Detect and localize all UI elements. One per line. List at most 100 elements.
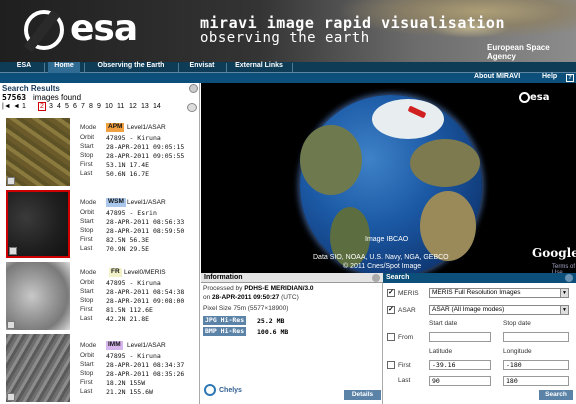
- pager-page[interactable]: 7: [81, 103, 85, 110]
- search-header: [383, 273, 576, 283]
- pager-page[interactable]: 5: [65, 103, 69, 110]
- pager-settings-icon[interactable]: [187, 103, 197, 112]
- pager-page[interactable]: 12: [129, 103, 137, 110]
- pager-page[interactable]: 8: [89, 103, 93, 110]
- pager-page-current[interactable]: 2: [38, 102, 46, 111]
- result-label: Last: [80, 170, 93, 177]
- pager-page[interactable]: 3: [49, 103, 53, 110]
- pager-page[interactable]: 14: [153, 103, 161, 110]
- image-credit: Image IBCAO: [365, 236, 409, 243]
- result-label: Last: [80, 315, 93, 322]
- result-thumbnail[interactable]: [6, 262, 70, 330]
- nav-observing-the-earth[interactable]: Observing the Earth: [88, 62, 174, 73]
- last-latitude-input[interactable]: 90: [429, 376, 491, 386]
- result-last: 50.6N 16.7E: [106, 170, 150, 178]
- result-last: 21.2N 155.6W: [106, 388, 153, 396]
- about-link[interactable]: About MIRAVI: [474, 73, 520, 83]
- meris-select-value: MERIS Full Resolution Images: [432, 289, 521, 296]
- pager-page[interactable]: 10: [105, 103, 113, 110]
- result-first: 82.5N 56.3E: [106, 236, 150, 244]
- pager-first-icon[interactable]: |◄: [2, 103, 11, 110]
- result-thumbnail[interactable]: [6, 118, 70, 186]
- result-level: Level0/MERIS: [124, 269, 166, 276]
- app-subtitle: observing the earth: [200, 30, 370, 46]
- thumbnail-overlay-icon[interactable]: [9, 247, 17, 255]
- result-label: Start: [80, 361, 94, 368]
- first-longitude-input[interactable]: -180: [503, 360, 569, 370]
- esa-logo-icon[interactable]: [24, 10, 64, 50]
- thumbnail-overlay-icon[interactable]: [7, 321, 15, 329]
- pager-page[interactable]: 11: [117, 103, 124, 110]
- result-level: Level1/ASAR: [127, 199, 166, 206]
- result-level: Level1/ASAR: [127, 342, 166, 349]
- result-item[interactable]: Mode APM Level1/ASAR Orbit 47895 - Kirun…: [0, 116, 200, 188]
- result-start: 28-APR-2011 08:54:38: [106, 288, 185, 296]
- esa-logo-text[interactable]: esa: [70, 8, 138, 49]
- pager-page[interactable]: 6: [73, 103, 77, 110]
- thumbnail-overlay-icon[interactable]: [7, 177, 15, 185]
- start-date-input[interactable]: [429, 332, 491, 342]
- agency-name: European Space Agency: [487, 43, 550, 61]
- result-label: Stop: [80, 227, 94, 234]
- result-item[interactable]: Mode IMM Level1/ASAR Orbit 47895 - Kirun…: [0, 332, 200, 404]
- results-title: Search Results: [2, 84, 60, 93]
- result-label: Orbit: [80, 352, 95, 359]
- result-last: 42.2N 21.8E: [106, 315, 150, 323]
- result-label: Stop: [80, 370, 94, 377]
- asar-checkbox[interactable]: ✓: [387, 306, 395, 314]
- search-button[interactable]: Search: [539, 390, 573, 400]
- help-link[interactable]: Help: [542, 73, 557, 83]
- chevron-down-icon[interactable]: ▼: [560, 289, 568, 297]
- result-orbit: 47895 - Kiruna: [106, 134, 161, 142]
- first-checkbox[interactable]: [387, 361, 395, 369]
- result-start: 28-APR-2011 08:56:33: [106, 218, 185, 226]
- result-thumbnail[interactable]: [6, 334, 70, 402]
- asar-select[interactable]: ASAR (All Image modes) ▼: [429, 305, 569, 315]
- from-checkbox[interactable]: [387, 333, 395, 341]
- result-label: Start: [80, 143, 94, 150]
- pager-page[interactable]: 13: [141, 103, 149, 110]
- processor-name: PDHS-E MERIDIAN/3.0: [244, 285, 314, 292]
- pager-page[interactable]: 4: [57, 103, 61, 110]
- last-longitude-input[interactable]: 180: [503, 376, 569, 386]
- result-stop: 28-APR-2011 09:08:00: [106, 297, 185, 305]
- results-count: 57563: [2, 93, 27, 102]
- pager-page[interactable]: 9: [97, 103, 101, 110]
- meris-checkbox[interactable]: ✓: [387, 289, 395, 297]
- globe-esa-logo: esa: [530, 92, 550, 103]
- result-item[interactable]: Mode FR Level0/MERIS Orbit 47895 - Kirun…: [0, 260, 200, 332]
- mode-badge: IMM: [106, 341, 123, 350]
- chevron-down-icon[interactable]: ▼: [560, 306, 568, 314]
- search-close-icon[interactable]: [565, 274, 573, 282]
- stop-date-input[interactable]: [503, 332, 569, 342]
- pager-prev-icon[interactable]: ◄: [13, 103, 20, 110]
- pager-page[interactable]: 1: [22, 103, 26, 110]
- help-icon[interactable]: ?: [566, 74, 574, 82]
- earth-globe[interactable]: [300, 95, 482, 277]
- nav-envisat[interactable]: Envisat: [182, 62, 222, 73]
- meris-select[interactable]: MERIS Full Resolution Images ▼: [429, 288, 569, 298]
- jpg-download-button[interactable]: JPG Hi-Res: [203, 316, 247, 325]
- first-latitude-input[interactable]: -39.16: [429, 360, 491, 370]
- processed-by-line: Processed by PDHS-E MERIDIAN/3.0: [203, 285, 314, 292]
- mode-badge: FR: [109, 268, 122, 277]
- result-orbit: 47895 - Kiruna: [106, 352, 161, 360]
- result-thumbnail[interactable]: [6, 190, 70, 258]
- result-label: First: [80, 306, 93, 313]
- thumbnail-overlay-icon[interactable]: [7, 393, 15, 401]
- europe-landmass: [410, 139, 480, 187]
- information-close-icon[interactable]: [372, 274, 380, 282]
- information-panel: [201, 273, 383, 404]
- result-label: Start: [80, 288, 94, 295]
- result-stop: 28-APR-2011 09:05:55: [106, 152, 185, 160]
- results-close-icon[interactable]: [189, 84, 198, 93]
- pager: |◄ ◄ 1 2 3 4 5 6 7 8 9 10 11 12 13 14: [0, 102, 200, 114]
- nav-esa[interactable]: ESA: [8, 62, 40, 73]
- details-button[interactable]: Details: [344, 390, 381, 400]
- bmp-download-button[interactable]: BMP Hi-Res: [203, 327, 247, 336]
- longitude-label: Longitude: [503, 348, 532, 355]
- nav-external-links[interactable]: External Links: [230, 62, 288, 73]
- nav-home[interactable]: Home: [48, 62, 80, 73]
- result-label: First: [80, 236, 93, 243]
- result-item-selected[interactable]: Mode WSM Level1/ASAR Orbit 47895 - Esrin…: [0, 188, 200, 260]
